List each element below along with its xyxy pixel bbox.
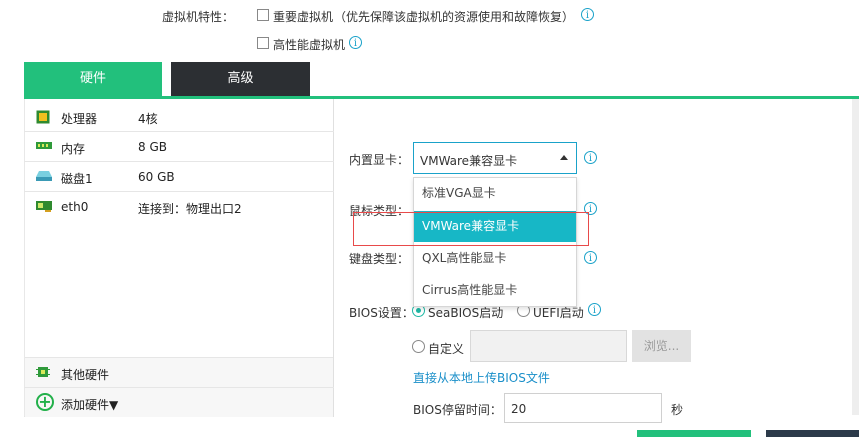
high-perf-vm-label: 高性能虚拟机 [273,38,346,52]
bios-file-input[interactable] [470,330,627,362]
network-card-icon [36,200,52,215]
caret-up-icon [560,155,568,160]
gpu-option-qxl[interactable]: QXL高性能显卡 [414,243,576,274]
hardware-value: 60 GB [138,170,175,184]
gpu-option-cirrus[interactable]: Cirrus高性能显卡 [414,275,576,306]
keyboard-type-label: 键盘类型： [349,252,410,266]
important-vm-checkbox[interactable] [257,9,269,21]
confirm-button[interactable] [637,430,751,437]
add-icon: + [36,393,54,411]
annotation-highlight-box [353,212,589,246]
info-icon[interactable]: i [588,303,601,316]
hardware-item-disk[interactable]: 磁盘1 60 GB [24,162,334,192]
hardware-name: eth0 [61,200,89,214]
bios-custom-radio[interactable] [412,340,425,353]
hardware-name: 处理器 [61,112,98,126]
hardware-value: 8 GB [138,140,167,154]
upload-bios-link[interactable]: 直接从本地上传BIOS文件 [413,369,550,386]
bios-delay-unit: 秒 [671,403,684,417]
gpu-select[interactable]: VMWare兼容显卡 [413,142,577,174]
bios-delay-label: BIOS停留时间： [413,403,502,417]
memory-icon [36,140,52,154]
info-icon[interactable]: i [584,251,597,264]
other-hardware-label: 其他硬件 [61,368,110,382]
info-icon[interactable]: i [349,36,362,49]
cpu-icon [36,110,50,127]
browse-button[interactable]: 浏览... [632,330,691,362]
other-hardware-row[interactable]: 其他硬件 [24,358,334,386]
gpu-label: 内置显卡： [349,153,410,167]
cancel-button[interactable] [766,430,859,437]
add-hardware-button[interactable]: + 添加硬件▼ [24,388,334,416]
vm-features-label: 虚拟机特性： [162,10,235,24]
other-hardware-icon [36,365,50,382]
info-icon[interactable]: i [581,8,594,21]
hardware-item-eth0[interactable]: eth0 连接到：物理出口2 [24,192,334,222]
add-hardware-label: 添加硬件▼ [61,398,119,412]
hardware-value: 连接到：物理出口2 [138,202,242,216]
bios-label: BIOS设置： [349,306,414,320]
bios-delay-value: 20 [511,402,527,416]
gpu-select-value: VMWare兼容显卡 [420,154,518,168]
tab-hardware[interactable]: 硬件 [24,62,162,96]
right-scrollbar[interactable] [852,99,859,415]
hardware-name: 内存 [61,142,86,156]
hardware-item-cpu[interactable]: 处理器 4核 [24,102,334,132]
bios-custom-label: 自定义 [428,342,465,356]
hardware-value: 4核 [138,112,158,126]
info-icon[interactable]: i [584,151,597,164]
hardware-item-memory[interactable]: 内存 8 GB [24,132,334,162]
disk-icon [36,170,52,185]
important-vm-hint: （优先保障该虚拟机的资源使用和故障恢复） [334,10,575,24]
hardware-name: 磁盘1 [61,172,93,186]
high-perf-vm-checkbox[interactable] [257,37,269,49]
tab-advanced[interactable]: 高级 [171,62,310,96]
important-vm-label: 重要虚拟机 [273,10,334,24]
gpu-option-vga[interactable]: 标准VGA显卡 [414,178,576,209]
bios-delay-input[interactable]: 20 [504,393,662,423]
